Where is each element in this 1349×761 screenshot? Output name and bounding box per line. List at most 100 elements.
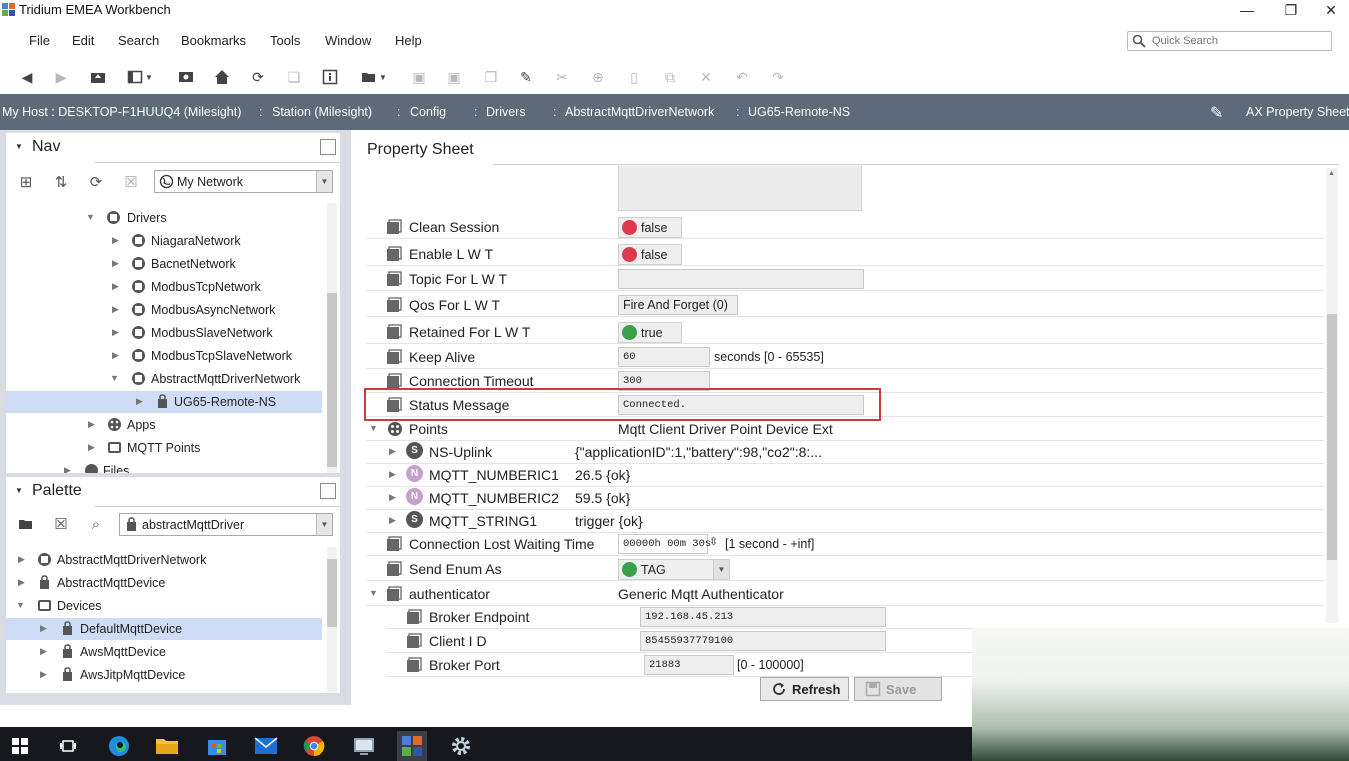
gear-icon[interactable] (446, 731, 476, 761)
expand-icon[interactable]: ▶ (112, 258, 122, 269)
side-bar-toggle-icon[interactable]: ▼ (125, 67, 155, 87)
duplicate-icon[interactable]: ⧉ (660, 67, 680, 87)
tab-property-sheet[interactable]: Property Sheet (360, 137, 493, 165)
topic-lwt-field[interactable] (618, 269, 864, 289)
menu-help[interactable]: Help (395, 33, 422, 48)
palette-dropdown[interactable]: abstractMqttDriver ▼ (119, 513, 333, 536)
home-icon[interactable] (212, 67, 232, 87)
console-icon[interactable] (176, 67, 196, 87)
expand-icon[interactable]: ▶ (389, 515, 399, 526)
quick-search-input[interactable] (1152, 33, 1327, 49)
expand-icon[interactable]: ▶ (18, 577, 28, 588)
workbench-icon[interactable] (397, 731, 427, 761)
close-icon[interactable]: ☒ (51, 514, 71, 534)
expand-icon[interactable]: ▶ (389, 492, 399, 503)
expand-icon[interactable]: ▶ (112, 327, 122, 338)
redo-icon[interactable]: ↷ (768, 67, 788, 87)
palette-item[interactable]: ▶ AbstractMqttDevice (6, 572, 322, 594)
close-button[interactable]: ✕ (1313, 0, 1349, 22)
tree-item[interactable]: ▶ ModbusSlaveNetwork (6, 322, 322, 344)
expand-icon[interactable]: ▶ (40, 646, 50, 657)
palette-item[interactable]: ▶ AbstractMqttDriverNetwork (6, 549, 322, 571)
text-area-field[interactable] (618, 166, 862, 211)
boolean-toggle[interactable]: true (618, 322, 682, 343)
maximize-button[interactable]: ❐ (1268, 0, 1314, 22)
broker-port-field[interactable]: 21883 (644, 655, 734, 675)
connection-timeout-field[interactable]: 300 (618, 371, 710, 391)
boolean-toggle[interactable]: false (618, 244, 682, 265)
save-all-icon[interactable]: ▣ (444, 67, 464, 87)
tree-item[interactable]: ▶ ModbusTcpSlaveNetwork (6, 345, 322, 367)
open-folder-icon[interactable]: ▼ (357, 67, 391, 87)
expand-icon[interactable]: ▶ (64, 465, 74, 473)
store-icon[interactable] (202, 731, 232, 761)
edge-browser-icon[interactable] (104, 731, 134, 761)
breadcrumb-config[interactable]: Config (410, 105, 446, 119)
close-icon[interactable]: ☒ (121, 172, 141, 192)
windows-start-icon[interactable] (5, 731, 35, 761)
scroll-up-icon[interactable]: ▲ (1328, 170, 1335, 177)
tree-item[interactable]: ▶ ModbusAsyncNetwork (6, 299, 322, 321)
tree-item[interactable]: ▶ Files (6, 460, 322, 473)
expand-icon[interactable]: ▶ (389, 446, 399, 457)
expand-icon[interactable]: ▶ (112, 304, 122, 315)
palette-item[interactable]: ▶ AwsMqttDevice (6, 641, 322, 663)
breadcrumb-station[interactable]: Station (Milesight) (272, 105, 372, 119)
expand-icon[interactable]: ▶ (40, 669, 50, 680)
menu-tools[interactable]: Tools (270, 33, 300, 48)
keep-alive-field[interactable]: 60 (618, 347, 710, 367)
menu-bookmarks[interactable]: Bookmarks (181, 33, 246, 48)
save-button[interactable]: Save (854, 677, 942, 701)
refresh-icon[interactable]: ⟳ (86, 172, 106, 192)
chevron-down-icon[interactable]: ▼ (316, 171, 332, 192)
expand-icon[interactable]: ▼ (369, 423, 379, 433)
expand-icon[interactable]: ▼ (110, 373, 120, 383)
expand-icon[interactable]: ▶ (88, 442, 98, 453)
expand-icon[interactable]: ▶ (40, 623, 50, 634)
menu-edit[interactable]: Edit (72, 33, 94, 48)
chevron-down-icon[interactable]: ▼ (316, 514, 332, 535)
collapse-icon[interactable]: ▼ (15, 486, 23, 495)
file-explorer-icon[interactable] (152, 731, 182, 761)
view-selector[interactable]: AX Property Sheet (1246, 105, 1349, 119)
tree-item[interactable]: ▶ Apps (6, 414, 322, 436)
menu-search[interactable]: Search (118, 33, 159, 48)
spinner-icon[interactable]: ⇳ (709, 535, 718, 548)
tree-item[interactable]: ▶ ModbusTcpNetwork (6, 276, 322, 298)
palette-item[interactable]: ▶ AwsJitpMqttDevice (6, 664, 322, 686)
delete-icon[interactable]: ✕ (696, 67, 716, 87)
maximize-pane-icon[interactable] (320, 483, 336, 499)
expand-icon[interactable]: ▶ (136, 396, 146, 407)
edit-document-icon[interactable]: ✎ (516, 67, 536, 87)
maximize-pane-icon[interactable] (320, 139, 336, 155)
client-id-field[interactable]: 85455937779100 (640, 631, 886, 651)
info-icon[interactable] (320, 67, 340, 87)
find-icon[interactable]: ⌕ (86, 514, 106, 534)
qos-lwt-select[interactable]: Fire And Forget (0) (618, 295, 738, 315)
expand-icon[interactable]: ▶ (112, 235, 122, 246)
refresh-icon[interactable]: ⟳ (248, 67, 268, 87)
chevron-down-icon[interactable]: ▼ (713, 560, 729, 579)
breadcrumb-network[interactable]: AbstractMqttDriverNetwork (565, 105, 714, 119)
expand-icon[interactable]: ▶ (18, 554, 28, 565)
tree-item[interactable]: ▶ BacnetNetwork (6, 253, 322, 275)
breadcrumb-device[interactable]: UG65-Remote-NS (748, 105, 850, 119)
sort-icon[interactable]: ⇅ (51, 172, 71, 192)
palette-item-selected[interactable]: ▶ DefaultMqttDevice (6, 618, 322, 640)
tree-item[interactable]: ▶ NiagaraNetwork (6, 230, 322, 252)
breadcrumb-drivers[interactable]: Drivers (486, 105, 526, 119)
boolean-toggle[interactable]: false (618, 217, 682, 238)
cut-icon[interactable]: ✂ (552, 67, 572, 87)
menu-window[interactable]: Window (325, 33, 371, 48)
quick-search[interactable] (1127, 31, 1332, 51)
view-selector-icon[interactable]: ✎ (1210, 103, 1223, 123)
expand-icon[interactable]: ▶ (112, 281, 122, 292)
remote-desktop-icon[interactable] (349, 731, 379, 761)
expand-icon[interactable]: ▶ (389, 469, 399, 480)
up-level-icon[interactable] (88, 67, 108, 87)
save-icon[interactable]: ▣ (409, 67, 429, 87)
send-enum-as-select[interactable]: TAG ▼ (618, 559, 730, 580)
expand-icon[interactable]: ▼ (16, 600, 26, 610)
undo-icon[interactable]: ↶ (732, 67, 752, 87)
collapse-icon[interactable]: ▼ (15, 142, 23, 151)
